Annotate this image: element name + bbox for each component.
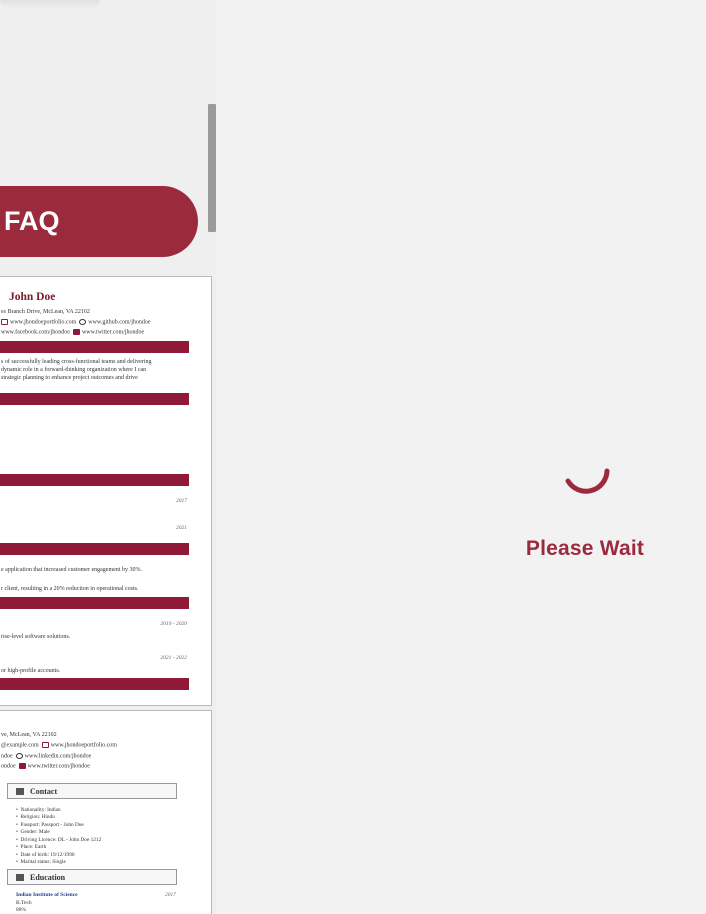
contact-item: • Driving Licence: DL - John Doe 1212 (16, 837, 102, 843)
entry-date: 2017 (176, 498, 187, 504)
contact-item: • Passport: Passport - John Doe (16, 822, 84, 828)
github-icon (79, 319, 87, 325)
faq-button[interactable]: FAQ (0, 186, 198, 257)
book-icon (16, 874, 24, 881)
resume-links-row-3: ondoe www.twitter.com/jhondoe (1, 763, 90, 770)
twitter-icon (18, 763, 26, 769)
score: 88% (16, 907, 27, 913)
monitor-icon (41, 742, 49, 748)
twitter-icon (72, 329, 80, 335)
entry-date: 2021 - 2022 (160, 655, 187, 661)
contact-item: • Gender: Male (16, 829, 50, 835)
template-gallery-panel: FAQ John Doe es Branch Drive, McLean, VA… (0, 0, 216, 914)
school-year: 2017 (165, 892, 176, 898)
education-section-header: Education (7, 869, 177, 885)
work-line: rise-level software solutions. (1, 634, 71, 640)
summary-line: strategic planning to enhance project ou… (1, 375, 138, 381)
linkedin-icon (15, 753, 23, 759)
resume-links-row-1: www.jhondoeportfolio.com www.github.com/… (1, 319, 151, 325)
section-header-bar (0, 341, 189, 353)
contact-item: • Nationality: Indian (16, 807, 61, 813)
section-header-bar (0, 393, 189, 405)
resume-links-row-2: www.facebook.com/jhondoe www.twitter.com… (1, 329, 145, 336)
summary-line: s of successfully leading cross-function… (1, 359, 152, 365)
resume-address: ve, McLean, VA 22102 (1, 732, 57, 738)
degree: B.Tech (16, 900, 32, 906)
contact-section-header: Contact (7, 783, 177, 799)
resume-template-preview[interactable]: John Doe es Branch Drive, McLean, VA 221… (0, 276, 212, 706)
achievement-line: r client, resulting in a 20% reduction i… (1, 586, 139, 592)
faq-label: FAQ (4, 206, 60, 236)
please-wait-label: Please Wait (525, 537, 645, 560)
entry-date: 2019 - 2020 (160, 621, 187, 627)
work-line: or high-profile accounts. (1, 668, 61, 674)
resume-links-row-1: @example.com www.jhondoeportfolio.com (1, 742, 117, 749)
summary-line: dynamic role in a forward-thinking organ… (1, 367, 147, 373)
top-shadow (0, 0, 100, 8)
contact-card-icon (16, 788, 24, 795)
resume-template-preview[interactable]: ve, McLean, VA 22102 @example.com www.jh… (0, 710, 212, 914)
resume-address: es Branch Drive, McLean, VA 22102 (1, 309, 90, 315)
achievement-line: e application that increased customer en… (1, 567, 142, 573)
loading-spinner-icon (565, 468, 610, 494)
section-header-bar (0, 597, 189, 609)
resume-name: John Doe (9, 291, 56, 303)
monitor-icon (1, 319, 8, 325)
entry-date: 2021 (176, 525, 187, 531)
contact-item: • Marital status: Single (16, 859, 66, 865)
section-header-bar (0, 474, 189, 486)
resume-links-row-2: ndoe www.linkedin.com/jhondoe (1, 753, 92, 760)
contact-item: • Date of birth: 19/12/1990 (16, 852, 75, 858)
contact-item: • Place: Earth (16, 844, 47, 850)
section-header-bar (0, 678, 189, 690)
section-header-bar (0, 543, 189, 555)
vertical-scrollbar-thumb[interactable] (208, 104, 216, 232)
contact-item: • Religion: Hindu (16, 814, 55, 820)
school-name: Indian Institute of Science (16, 892, 78, 898)
